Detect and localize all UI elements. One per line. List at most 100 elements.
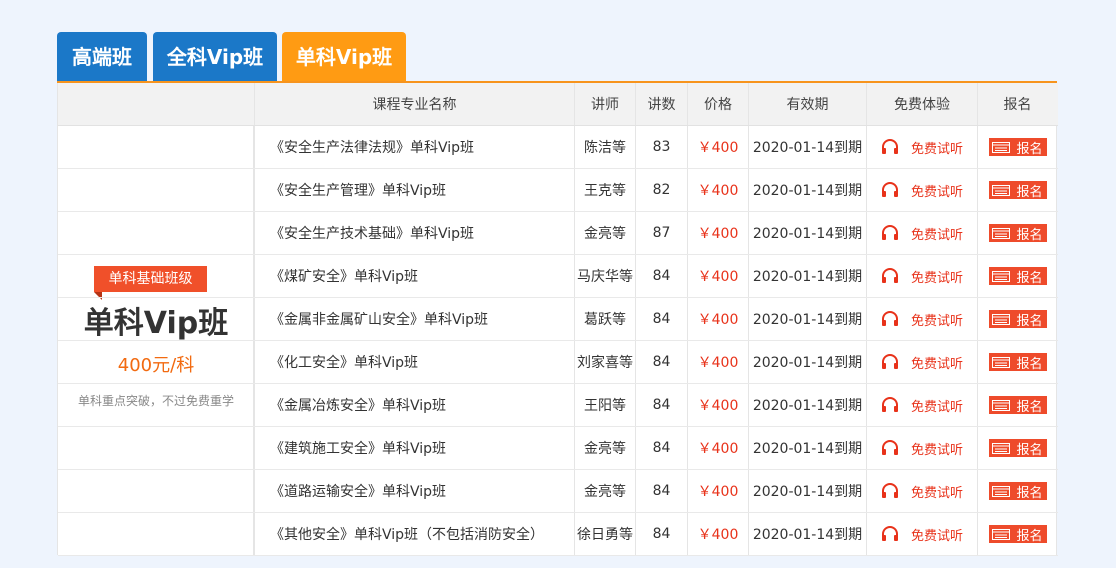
validity-date: 2020-01-14到期	[748, 212, 866, 254]
free-trial-link[interactable]: 免费试听	[881, 181, 963, 200]
tab-full-vip[interactable]: 全科Vip班	[153, 32, 277, 82]
free-trial-link[interactable]: 免费试听	[881, 138, 963, 157]
enroll-label: 报名	[1016, 485, 1043, 501]
notepad-icon	[992, 313, 1011, 325]
validity-date: 2020-01-14到期	[748, 341, 866, 383]
validity-date: 2020-01-14到期	[748, 255, 866, 297]
enroll-label: 报名	[1016, 528, 1043, 544]
trial-cell: 免费试听	[866, 255, 977, 297]
lecture-count: 84	[635, 298, 687, 340]
lecture-count: 82	[635, 169, 687, 211]
notepad-icon	[992, 528, 1011, 540]
headphones-icon	[881, 268, 898, 283]
free-trial-link[interactable]: 免费试听	[881, 267, 963, 286]
course-price: ￥400	[687, 212, 748, 254]
enroll-button[interactable]: 报名	[988, 138, 1047, 157]
table-row: 《安全生产技术基础》单科Vip班 金亮等 87 ￥400 2020-01-14到…	[58, 212, 1058, 255]
enroll-button[interactable]: 报名	[988, 224, 1047, 243]
table-row: 《道路运输安全》单科Vip班 金亮等 84 ￥400 2020-01-14到期 …	[58, 470, 1058, 513]
validity-date: 2020-01-14到期	[748, 126, 866, 168]
free-trial-link[interactable]: 免费试听	[881, 310, 963, 329]
header-cell-blank	[58, 83, 254, 125]
free-trial-label: 免费试听	[910, 313, 963, 329]
enroll-cell: 报名	[977, 427, 1057, 469]
validity-date: 2020-01-14到期	[748, 513, 866, 555]
notepad-icon	[992, 184, 1011, 196]
headphones-icon	[881, 311, 898, 326]
course-name: 《安全生产管理》单科Vip班	[254, 169, 574, 211]
lecture-count: 84	[635, 470, 687, 512]
trial-cell: 免费试听	[866, 341, 977, 383]
course-price: ￥400	[687, 513, 748, 555]
table-row: 《煤矿安全》单科Vip班 马庆华等 84 ￥400 2020-01-14到期 免…	[58, 255, 1058, 298]
enroll-cell: 报名	[977, 341, 1057, 383]
enroll-cell: 报名	[977, 169, 1057, 211]
teacher: 金亮等	[574, 427, 635, 469]
teacher: 王阳等	[574, 384, 635, 426]
free-trial-label: 免费试听	[910, 141, 963, 157]
notepad-icon	[992, 399, 1011, 411]
trial-cell: 免费试听	[866, 470, 977, 512]
validity-date: 2020-01-14到期	[748, 427, 866, 469]
notepad-icon	[992, 485, 1011, 497]
header-cell-teacher: 讲师	[574, 83, 635, 125]
notepad-icon	[992, 227, 1011, 239]
headphones-icon	[881, 354, 898, 369]
enroll-button[interactable]: 报名	[988, 310, 1047, 329]
lecture-count: 84	[635, 513, 687, 555]
lecture-count: 84	[635, 427, 687, 469]
table-row: 《其他安全》单科Vip班（不包括消防安全） 徐日勇等 84 ￥400 2020-…	[58, 513, 1058, 556]
free-trial-link[interactable]: 免费试听	[881, 396, 963, 415]
free-trial-link[interactable]: 免费试听	[881, 525, 963, 544]
enroll-button[interactable]: 报名	[988, 353, 1047, 372]
enroll-label: 报名	[1016, 227, 1043, 243]
course-price: ￥400	[687, 126, 748, 168]
teacher: 金亮等	[574, 212, 635, 254]
trial-cell: 免费试听	[866, 298, 977, 340]
course-price: ￥400	[687, 427, 748, 469]
enroll-label: 报名	[1016, 313, 1043, 329]
enroll-button[interactable]: 报名	[988, 181, 1047, 200]
headphones-icon	[881, 182, 898, 197]
header-cell-validity: 有效期	[748, 83, 866, 125]
enroll-button[interactable]: 报名	[988, 396, 1047, 415]
enroll-button[interactable]: 报名	[988, 267, 1047, 286]
free-trial-label: 免费试听	[910, 184, 963, 200]
enroll-cell: 报名	[977, 384, 1057, 426]
lecture-count: 87	[635, 212, 687, 254]
notepad-icon	[992, 141, 1011, 153]
table-row: 《金属非金属矿山安全》单科Vip班 葛跃等 84 ￥400 2020-01-14…	[58, 298, 1058, 341]
lecture-count: 84	[635, 255, 687, 297]
free-trial-link[interactable]: 免费试听	[881, 224, 963, 243]
validity-date: 2020-01-14到期	[748, 470, 866, 512]
enroll-button[interactable]: 报名	[988, 439, 1047, 458]
free-trial-link[interactable]: 免费试听	[881, 353, 963, 372]
course-name: 《金属非金属矿山安全》单科Vip班	[254, 298, 574, 340]
course-price: ￥400	[687, 470, 748, 512]
notepad-icon	[992, 270, 1011, 282]
enroll-label: 报名	[1016, 141, 1043, 157]
headphones-icon	[881, 526, 898, 541]
course-name: 《安全生产法律法规》单科Vip班	[254, 126, 574, 168]
headphones-icon	[881, 225, 898, 240]
tab-single-vip[interactable]: 单科Vip班	[282, 32, 406, 82]
table-row: 《化工安全》单科Vip班 刘家喜等 84 ￥400 2020-01-14到期 免…	[58, 341, 1058, 384]
free-trial-label: 免费试听	[910, 442, 963, 458]
headphones-icon	[881, 483, 898, 498]
enroll-label: 报名	[1016, 356, 1043, 372]
trial-cell: 免费试听	[866, 427, 977, 469]
free-trial-label: 免费试听	[910, 270, 963, 286]
lecture-count: 83	[635, 126, 687, 168]
free-trial-link[interactable]: 免费试听	[881, 439, 963, 458]
headphones-icon	[881, 397, 898, 412]
lecture-count: 84	[635, 384, 687, 426]
enroll-button[interactable]: 报名	[988, 482, 1047, 501]
trial-cell: 免费试听	[866, 384, 977, 426]
headphones-icon	[881, 139, 898, 154]
trial-cell: 免费试听	[866, 169, 977, 211]
free-trial-link[interactable]: 免费试听	[881, 482, 963, 501]
enroll-button[interactable]: 报名	[988, 525, 1047, 544]
tab-high-end[interactable]: 高端班	[57, 32, 147, 82]
header-cell-enroll: 报名	[977, 83, 1057, 125]
free-trial-label: 免费试听	[910, 399, 963, 415]
